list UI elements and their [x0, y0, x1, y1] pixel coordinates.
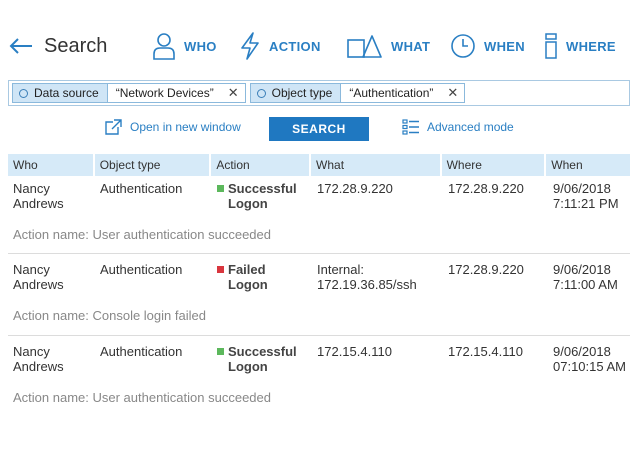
cell-object-type: Authentication — [100, 344, 183, 359]
nav-what-button[interactable]: WHAT — [347, 30, 430, 62]
filter-key-label: Object type — [271, 86, 333, 100]
table-row[interactable]: Nancy Andrews Authentication Successful Lo… — [8, 181, 630, 251]
filter-value-label: “Authentication” — [349, 86, 434, 100]
arrow-left-icon — [9, 38, 32, 54]
action-label: Successful Logon — [228, 344, 297, 374]
results-table-header: Who Object type Action What Where When — [8, 154, 631, 176]
cell-where: 172.28.9.220 — [448, 181, 524, 196]
cell-action: Failed Logon — [212, 262, 312, 292]
column-header-action[interactable]: Action — [211, 154, 310, 176]
person-icon — [153, 33, 175, 60]
cell-who: Nancy Andrews — [13, 181, 64, 211]
search-button[interactable]: SEARCH — [269, 117, 369, 141]
open-new-window-label: Open in new window — [130, 120, 241, 134]
filter-key-label: Data source — [34, 86, 99, 100]
action-label: Failed Logon — [228, 262, 268, 292]
cell-object-type: Authentication — [100, 181, 183, 196]
nav-what-label: WHAT — [391, 38, 431, 54]
cell-when: 9/06/2018 7:11:21 PM — [553, 181, 619, 211]
filter-key[interactable]: Object type — [250, 84, 342, 102]
remove-filter-icon[interactable]: ✕ — [447, 85, 458, 101]
advanced-mode-link[interactable]: Advanced mode — [402, 119, 514, 135]
status-indicator-icon — [217, 266, 224, 273]
column-header-what[interactable]: What — [311, 154, 440, 176]
cell-where: 172.15.4.110 — [448, 344, 523, 359]
nav-where-label: WHERE — [566, 38, 616, 54]
row-divider — [8, 335, 630, 336]
remove-filter-icon[interactable]: ✕ — [228, 85, 239, 101]
cell-what: Internal: 172.19.36.85/ssh — [317, 262, 417, 292]
cell-who: Nancy Andrews — [13, 344, 64, 374]
cell-when: 9/06/2018 07:10:15 AM — [553, 344, 626, 374]
external-link-icon — [105, 119, 122, 135]
action-label: Successful Logon — [228, 181, 297, 211]
cell-when: 9/06/2018 7:11:00 AM — [553, 262, 618, 292]
filter-bar[interactable]: Data source “Network Devices” ✕ Object t… — [8, 80, 630, 106]
filter-key[interactable]: Data source — [13, 84, 108, 102]
objects-icon — [347, 35, 382, 58]
cell-who: Nancy Andrews — [13, 262, 64, 292]
row-divider — [8, 253, 630, 254]
advanced-mode-label: Advanced mode — [427, 120, 514, 134]
cell-action: Successful Logon — [212, 181, 312, 211]
table-row[interactable]: Nancy Andrews Authentication Failed Logon I… — [8, 262, 630, 332]
cell-what: 172.15.4.110 — [317, 344, 392, 359]
column-header-object-type[interactable]: Object type — [94, 154, 210, 176]
radio-icon — [19, 88, 28, 98]
list-icon — [402, 119, 419, 135]
filter-value[interactable]: “Authentication” ✕ — [341, 84, 465, 102]
filter-value[interactable]: “Network Devices” ✕ — [107, 84, 245, 102]
column-header-who[interactable]: Who — [8, 154, 93, 176]
cell-action: Successful Logon — [212, 344, 312, 374]
radio-icon — [256, 88, 266, 98]
column-header-when[interactable]: When — [546, 154, 631, 176]
cell-what: 172.28.9.220 — [317, 181, 393, 196]
action-name-text: Action name: User authentication succeed… — [13, 227, 271, 242]
action-name-text: Action name: Console login failed — [13, 308, 206, 323]
back-button[interactable]: Search — [8, 32, 108, 60]
status-indicator-icon — [217, 348, 224, 355]
status-indicator-icon — [217, 185, 224, 192]
search-header: Search WHO ACTION WHAT WHEN WHERE — [0, 0, 640, 90]
cell-object-type: Authentication — [100, 262, 183, 277]
nav-who-label: WHO — [184, 38, 217, 54]
nav-action-button[interactable]: ACTION — [239, 30, 321, 62]
nav-action-label: ACTION — [269, 38, 321, 54]
nav-who-button[interactable]: WHO — [152, 30, 217, 62]
column-header-where[interactable]: Where — [441, 154, 545, 176]
filter-chip-object-type[interactable]: Object type “Authentication” ✕ — [249, 83, 466, 103]
server-icon — [545, 33, 557, 59]
nav-where-button[interactable]: WHERE — [544, 30, 616, 62]
filter-chip-data-source[interactable]: Data source “Network Devices” ✕ — [12, 83, 246, 103]
filter-value-label: “Network Devices” — [115, 86, 214, 100]
clock-icon — [451, 34, 475, 58]
nav-when-label: WHEN — [484, 38, 525, 54]
page-title: Search — [44, 34, 108, 57]
lightning-icon — [241, 32, 259, 60]
table-row[interactable]: Nancy Andrews Authentication Successful Lo… — [8, 344, 630, 414]
nav-when-button[interactable]: WHEN — [450, 30, 525, 62]
cell-where: 172.28.9.220 — [448, 262, 524, 277]
action-name-text: Action name: User authentication succeed… — [13, 390, 271, 405]
open-new-window-link[interactable]: Open in new window — [104, 119, 241, 135]
